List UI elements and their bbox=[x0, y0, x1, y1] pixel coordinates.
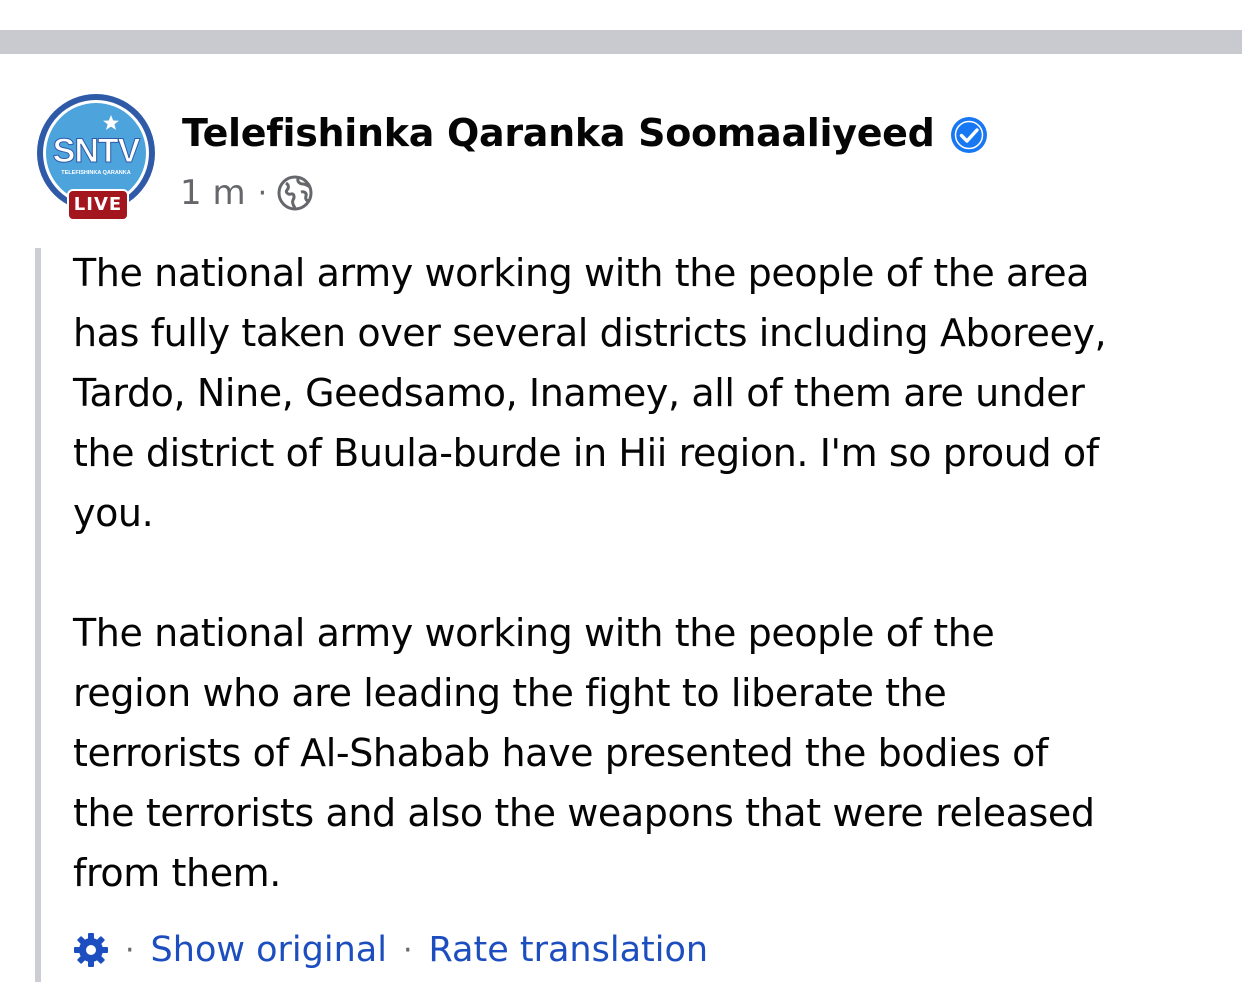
translation-separator: · bbox=[402, 932, 413, 968]
translation-quote-bar bbox=[35, 248, 41, 982]
post-body: The national army working with the peopl… bbox=[73, 243, 1223, 903]
top-band bbox=[0, 0, 1242, 30]
translation-controls: · Show original · Rate translation bbox=[73, 925, 708, 975]
globe-icon[interactable] bbox=[277, 175, 313, 211]
meta-separator: · bbox=[257, 175, 268, 211]
page-name-link[interactable]: Telefishinka Qaranka Soomaaliyeed bbox=[182, 108, 935, 158]
post-paragraph-2: The national army working with the peopl… bbox=[73, 611, 1095, 895]
post-paragraph-1: The national army working with the peopl… bbox=[73, 251, 1107, 535]
feed-divider bbox=[0, 30, 1242, 54]
post-timestamp[interactable]: 1 m bbox=[180, 173, 246, 213]
show-original-link[interactable]: Show original bbox=[151, 930, 387, 970]
post-meta: 1 m · bbox=[180, 170, 313, 216]
live-badge: LIVE bbox=[67, 189, 129, 221]
translation-separator: · bbox=[125, 932, 135, 968]
gear-icon[interactable] bbox=[73, 932, 109, 968]
verified-badge-icon bbox=[951, 117, 987, 153]
avatar-logo-subtext: TELEFISHINKA QARANKA bbox=[61, 170, 130, 176]
avatar-logo-text: SNTV bbox=[53, 132, 141, 170]
rate-translation-link[interactable]: Rate translation bbox=[428, 930, 708, 970]
